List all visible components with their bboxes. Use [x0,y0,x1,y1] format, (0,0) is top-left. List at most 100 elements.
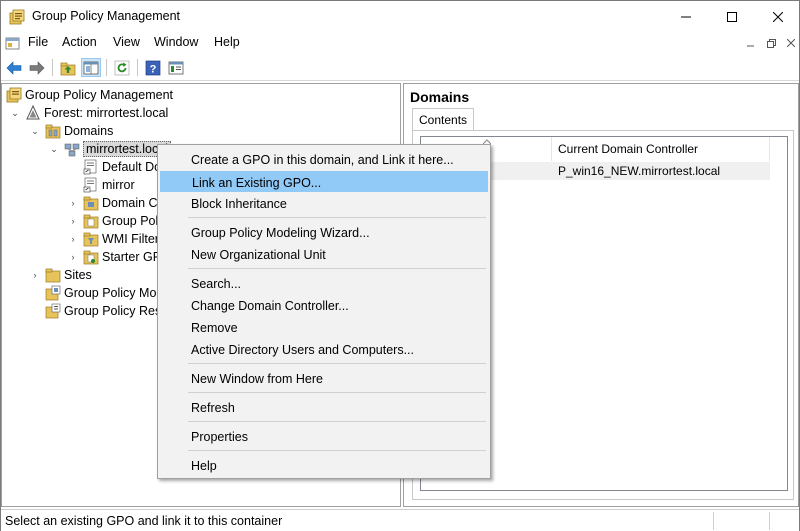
gpo-folder-icon [83,214,99,229]
menu-separator [188,363,486,364]
sites-folder-icon [45,268,61,283]
forward-button[interactable] [27,58,47,77]
mmc-window-icon[interactable] [5,35,21,51]
tree-label: Group Policy Management [25,88,173,102]
results-icon [45,303,61,319]
menu-separator [188,392,486,393]
chevron-right-icon[interactable]: › [68,198,78,208]
wmi-folder-icon [83,232,99,247]
menu-item-help[interactable]: Help [160,455,488,476]
tree-node-domains[interactable]: Domains [45,122,113,140]
status-divider [713,512,714,530]
chevron-right-icon[interactable]: › [68,234,78,244]
toolbar-separator [137,59,138,76]
tree-label: Starter GP [102,250,162,264]
close-button[interactable] [755,1,800,32]
menu-action[interactable]: Action [62,35,97,49]
menu-item-ad-users-computers[interactable]: Active Directory Users and Computers... [160,339,488,360]
controller-cell: P_win16_NEW.mirrortest.local [558,164,721,178]
tree-label: mirror [102,178,135,192]
menu-item-block-inheritance[interactable]: Block Inheritance [160,193,488,214]
tree-label: Sites [64,268,92,282]
menu-item-search[interactable]: Search... [160,273,488,294]
menu-item-link-existing-gpo[interactable]: Link an Existing GPO... [160,171,488,192]
help-icon: ? [145,60,161,75]
show-hide-tree-icon [83,61,99,74]
context-menu: Create a GPO in this domain, and Link it… [157,144,491,479]
domain-icon [64,143,80,157]
menu-item-new-window[interactable]: New Window from Here [160,368,488,389]
chevron-right-icon[interactable]: › [68,216,78,226]
menu-separator [188,217,486,218]
gpmc-icon [9,9,25,25]
menu-window[interactable]: Window [154,35,198,49]
tree-node-results[interactable]: Group Policy Res [45,302,161,320]
chevron-right-icon[interactable]: › [30,270,40,280]
forward-arrow-icon [29,60,45,75]
tree-node-root[interactable]: Group Policy Management [6,86,173,104]
tree-label: Group Pol [102,214,159,228]
status-bar: Select an existing GPO and link it to th… [1,509,799,531]
minimize-icon [747,45,754,47]
tree-label: Forest: mirrortest.local [44,106,169,120]
menu-file[interactable]: File [28,35,48,49]
window-title: Group Policy Management [32,9,180,23]
chevron-right-icon[interactable]: › [68,252,78,262]
child-restore-button[interactable] [763,36,779,50]
menu-item-remove[interactable]: Remove [160,317,488,338]
tree-node-sites[interactable]: Sites [45,266,92,284]
tree-node-modeling[interactable]: Group Policy Mo [45,284,156,302]
starter-gpo-folder-icon [83,250,99,265]
help-button[interactable]: ? [143,58,163,77]
toolbar: ? [1,54,799,81]
gpo-link-icon [83,177,97,193]
properties-button[interactable] [166,58,186,77]
tab-contents[interactable]: Contents [412,108,475,131]
menu-view[interactable]: View [113,35,140,49]
refresh-button[interactable] [112,58,132,77]
column-header-controller[interactable]: Current Domain Controller [552,137,770,161]
up-one-level-button[interactable] [58,58,78,77]
menu-separator [188,450,486,451]
refresh-icon [114,60,130,75]
back-arrow-icon [6,60,22,75]
gpo-link-icon [83,159,97,175]
gpmc-icon [6,87,22,103]
maximize-button[interactable] [709,1,755,32]
tree-node-default-domain-policy[interactable]: Default Do [83,158,161,176]
tree-node-domain[interactable]: mirrortest.local [64,140,171,158]
tree-node-forest[interactable]: Forest: mirrortest.local [25,104,168,122]
maximize-icon [727,11,737,22]
chevron-down-icon[interactable]: ⌄ [49,144,59,154]
modeling-icon [45,285,61,301]
child-close-button[interactable] [783,36,799,50]
tree-node-starter-gpos[interactable]: Starter GP [83,248,161,266]
menu-item-properties[interactable]: Properties [160,426,488,447]
tree-label: WMI Filter [102,232,159,246]
tree-label: Domain C [102,196,158,210]
menu-item-new-ou[interactable]: New Organizational Unit [160,244,488,265]
menu-item-create-gpo[interactable]: Create a GPO in this domain, and Link it… [160,149,488,170]
tree-node-mirror[interactable]: mirror [83,176,135,194]
menu-item-refresh[interactable]: Refresh [160,397,488,418]
menu-item-modeling-wizard[interactable]: Group Policy Modeling Wizard... [160,222,488,243]
tree-node-group-policy-objects[interactable]: Group Pol [83,212,158,230]
menu-separator [188,268,486,269]
menu-separator [188,421,486,422]
close-icon [773,11,783,22]
chevron-down-icon[interactable]: ⌄ [10,108,20,118]
tree-node-wmi-filters[interactable]: WMI Filter [83,230,159,248]
tree-node-domain-controllers[interactable]: Domain C [83,194,158,212]
chevron-down-icon[interactable]: ⌄ [30,126,40,136]
back-button[interactable] [4,58,24,77]
tree-label: Domains [64,124,114,138]
minimize-button[interactable] [663,1,709,32]
toolbar-separator [52,59,53,76]
menu-item-change-dc[interactable]: Change Domain Controller... [160,295,488,316]
title-bar[interactable]: Group Policy Management [1,1,799,32]
menu-bar: File Action View Window Help [1,32,799,54]
show-hide-console-tree-button[interactable] [81,58,101,77]
menu-help[interactable]: Help [214,35,240,49]
child-minimize-button[interactable] [743,36,759,50]
toolbar-separator [106,59,107,76]
